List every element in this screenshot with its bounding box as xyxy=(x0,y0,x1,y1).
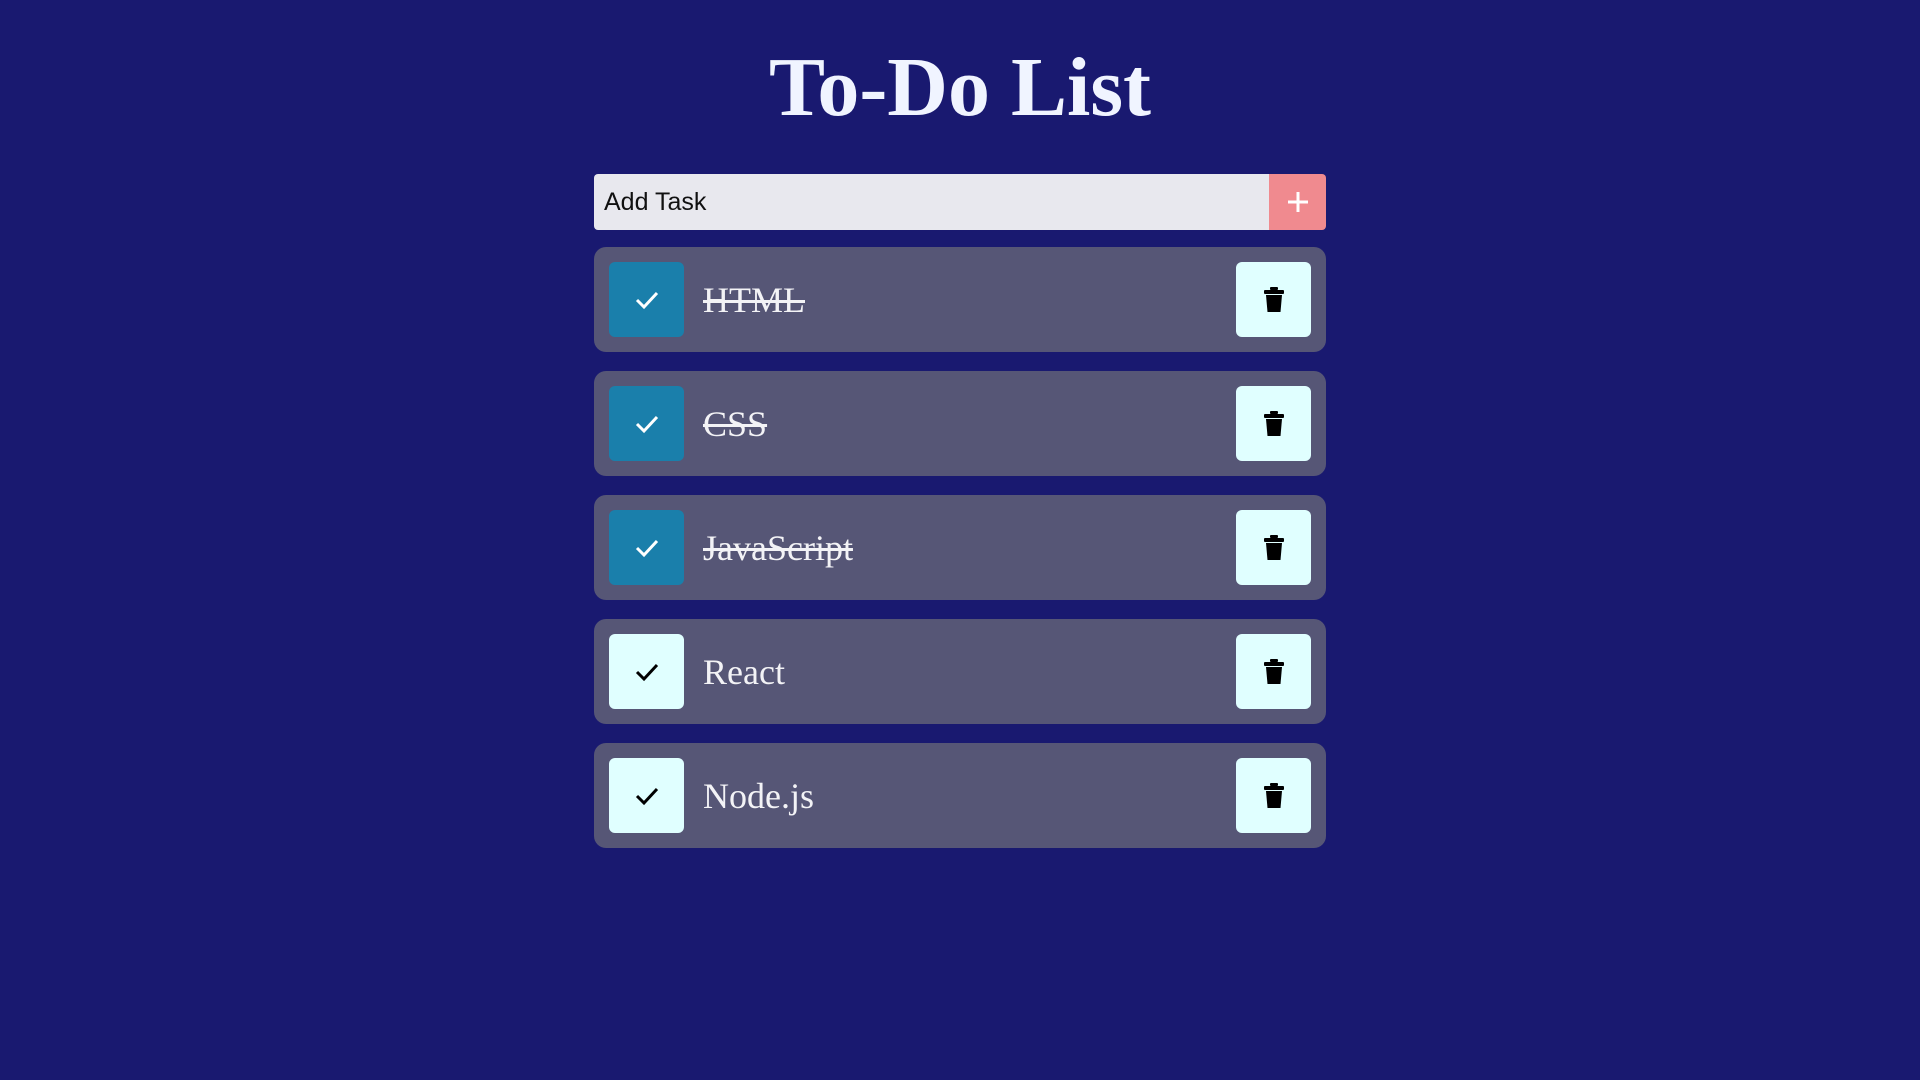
complete-task-button[interactable] xyxy=(609,262,684,337)
task-item: JavaScript xyxy=(594,495,1326,600)
check-icon xyxy=(634,662,660,682)
trash-icon xyxy=(1263,534,1285,561)
add-task-input[interactable] xyxy=(594,174,1269,230)
plus-icon xyxy=(1287,191,1309,213)
complete-task-button[interactable] xyxy=(609,510,684,585)
task-item: CSS xyxy=(594,371,1326,476)
delete-task-button[interactable] xyxy=(1236,634,1311,709)
complete-task-button[interactable] xyxy=(609,386,684,461)
todo-app: To-Do List HTML xyxy=(0,0,1920,1080)
trash-icon xyxy=(1263,782,1285,809)
task-label: CSS xyxy=(703,403,768,444)
task-item: Node.js xyxy=(594,743,1326,848)
check-icon xyxy=(634,290,660,310)
add-task-button[interactable] xyxy=(1269,174,1326,230)
check-icon xyxy=(634,786,660,806)
delete-task-button[interactable] xyxy=(1236,758,1311,833)
task-item: HTML xyxy=(594,247,1326,352)
task-list: HTML CSS JavaScript React Node.js xyxy=(594,247,1326,867)
add-task-bar xyxy=(594,174,1326,230)
complete-task-button[interactable] xyxy=(609,634,684,709)
delete-task-button[interactable] xyxy=(1236,262,1311,337)
task-label: JavaScript xyxy=(703,527,853,568)
check-icon xyxy=(634,538,660,558)
check-icon xyxy=(634,414,660,434)
task-label: Node.js xyxy=(703,775,814,816)
delete-task-button[interactable] xyxy=(1236,510,1311,585)
trash-icon xyxy=(1263,410,1285,437)
page-title: To-Do List xyxy=(769,41,1151,134)
trash-icon xyxy=(1263,286,1285,313)
task-label: HTML xyxy=(703,279,805,320)
delete-task-button[interactable] xyxy=(1236,386,1311,461)
task-label: React xyxy=(703,651,785,692)
task-item: React xyxy=(594,619,1326,724)
trash-icon xyxy=(1263,658,1285,685)
complete-task-button[interactable] xyxy=(609,758,684,833)
